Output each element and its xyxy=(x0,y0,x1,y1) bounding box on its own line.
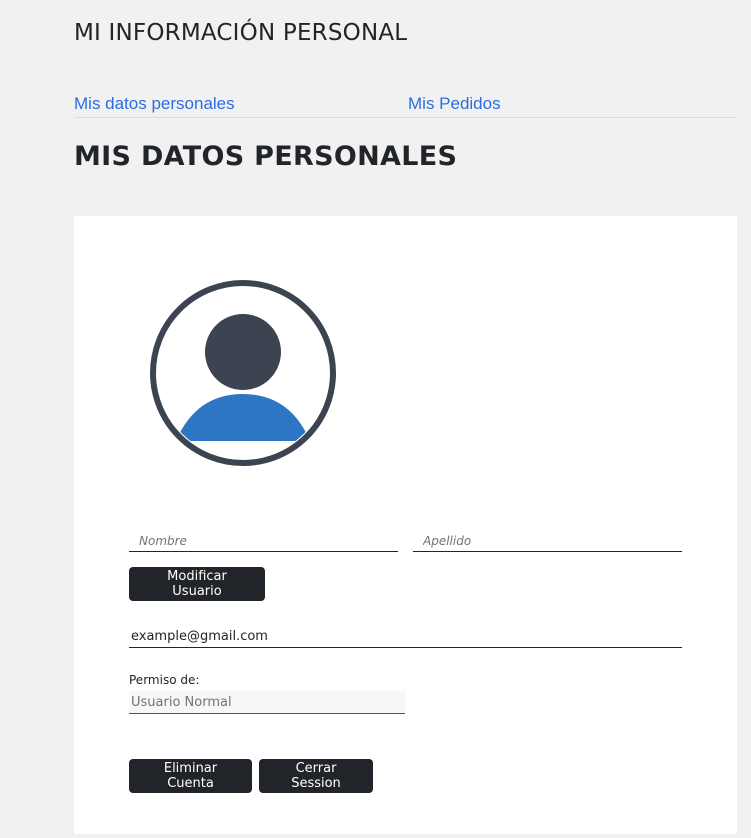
page: MI INFORMACIÓN PERSONAL Mis datos person… xyxy=(0,0,751,838)
section-title: MI INFORMACIÓN PERSONAL xyxy=(74,20,408,46)
page-title: MIS DATOS PERSONALES xyxy=(74,141,458,172)
nombre-input[interactable] xyxy=(129,530,398,552)
permiso-label: Permiso de: xyxy=(129,673,200,687)
tab-mis-datos-personales[interactable]: Mis datos personales xyxy=(74,94,235,114)
cerrar-session-button[interactable]: Cerrar Session xyxy=(259,759,373,793)
avatar-head xyxy=(205,314,281,390)
modificar-usuario-button[interactable]: Modificar Usuario xyxy=(129,567,265,601)
tab-mis-pedidos[interactable]: Mis Pedidos xyxy=(408,94,501,114)
user-avatar-icon xyxy=(150,280,336,466)
apellido-input[interactable] xyxy=(413,530,682,552)
personal-data-card: Modificar Usuario Permiso de: Eliminar C… xyxy=(74,216,737,834)
tabs-nav: Mis datos personales Mis Pedidos xyxy=(74,94,737,118)
eliminar-cuenta-button[interactable]: Eliminar Cuenta xyxy=(129,759,252,793)
email-input[interactable] xyxy=(129,625,682,648)
permiso-field xyxy=(129,691,405,714)
